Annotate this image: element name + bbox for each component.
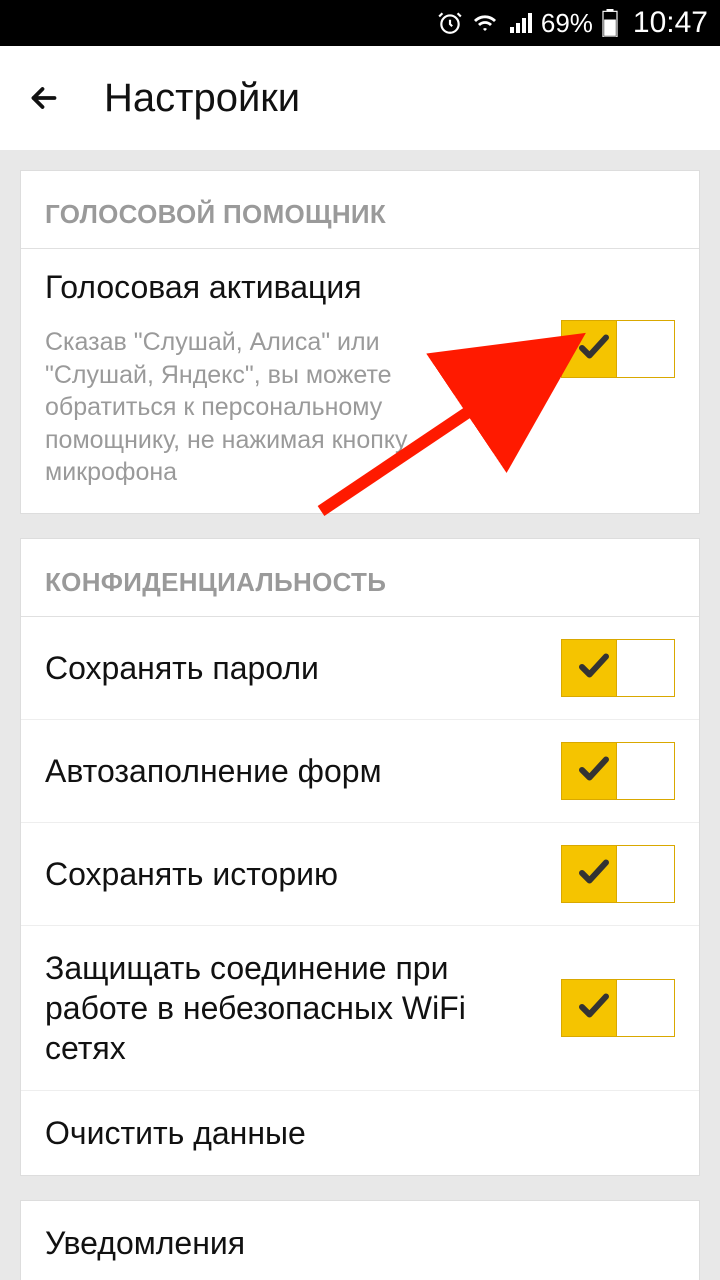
back-button[interactable] [24, 78, 64, 118]
content-area: ГОЛОСОВОЙ ПОМОЩНИК Голосовая активация С… [0, 150, 720, 1280]
page-title: Настройки [104, 76, 300, 121]
save-history-label: Сохранять историю [45, 854, 541, 894]
save-passwords-row: Сохранять пароли [21, 617, 699, 720]
clear-data-row[interactable]: Очистить данные [21, 1091, 699, 1175]
voice-activation-row: Сказав "Слушай, Алиса" или "Слушай, Янде… [21, 306, 699, 513]
section-notifications: Уведомления [20, 1200, 700, 1280]
voice-activation-toggle[interactable] [561, 320, 675, 378]
save-history-row: Сохранять историю [21, 823, 699, 926]
wifi-icon [471, 11, 499, 35]
autofill-toggle[interactable] [561, 742, 675, 800]
checkmark-icon [576, 853, 612, 894]
save-history-toggle[interactable] [561, 845, 675, 903]
save-passwords-toggle[interactable] [561, 639, 675, 697]
toggle-knob [616, 321, 674, 377]
voice-activation-title: Голосовая активация [45, 269, 675, 306]
alarm-icon [437, 10, 463, 36]
checkmark-icon [576, 987, 612, 1028]
app-header: Настройки [0, 46, 720, 150]
autofill-row: Автозаполнение форм [21, 720, 699, 823]
clock-time: 10:47 [633, 6, 708, 40]
toggle-knob [616, 743, 674, 799]
checkmark-icon [576, 750, 612, 791]
toggle-knob [616, 846, 674, 902]
section-privacy: КОНФИДЕНЦИАЛЬНОСТЬ Сохранять пароли Авто… [20, 538, 700, 1176]
section-voice-assistant: ГОЛОСОВОЙ ПОМОЩНИК Голосовая активация С… [20, 170, 700, 514]
notifications-row[interactable]: Уведомления [21, 1201, 699, 1280]
toggle-knob [616, 980, 674, 1036]
clear-data-label: Очистить данные [45, 1113, 675, 1153]
save-passwords-label: Сохранять пароли [45, 648, 541, 688]
checkmark-icon [576, 329, 612, 370]
protect-wifi-row: Защищать соединение при работе в небезоп… [21, 926, 699, 1091]
voice-activation-title-row: Голосовая активация [21, 249, 699, 306]
protect-wifi-label: Защищать соединение при работе в небезоп… [45, 948, 541, 1068]
voice-activation-desc: Сказав "Слушай, Алиса" или "Слушай, Янде… [45, 326, 465, 489]
section-header-voice: ГОЛОСОВОЙ ПОМОЩНИК [21, 171, 699, 249]
battery-pct: 69% [541, 8, 593, 39]
status-bar: 69% 10:47 [0, 0, 720, 46]
toggle-knob [616, 640, 674, 696]
checkmark-icon [576, 647, 612, 688]
section-header-privacy: КОНФИДЕНЦИАЛЬНОСТЬ [21, 539, 699, 617]
signal-icon [507, 11, 533, 35]
protect-wifi-toggle[interactable] [561, 979, 675, 1037]
notifications-label: Уведомления [45, 1223, 675, 1263]
autofill-label: Автозаполнение форм [45, 751, 541, 791]
battery-icon [601, 9, 619, 37]
